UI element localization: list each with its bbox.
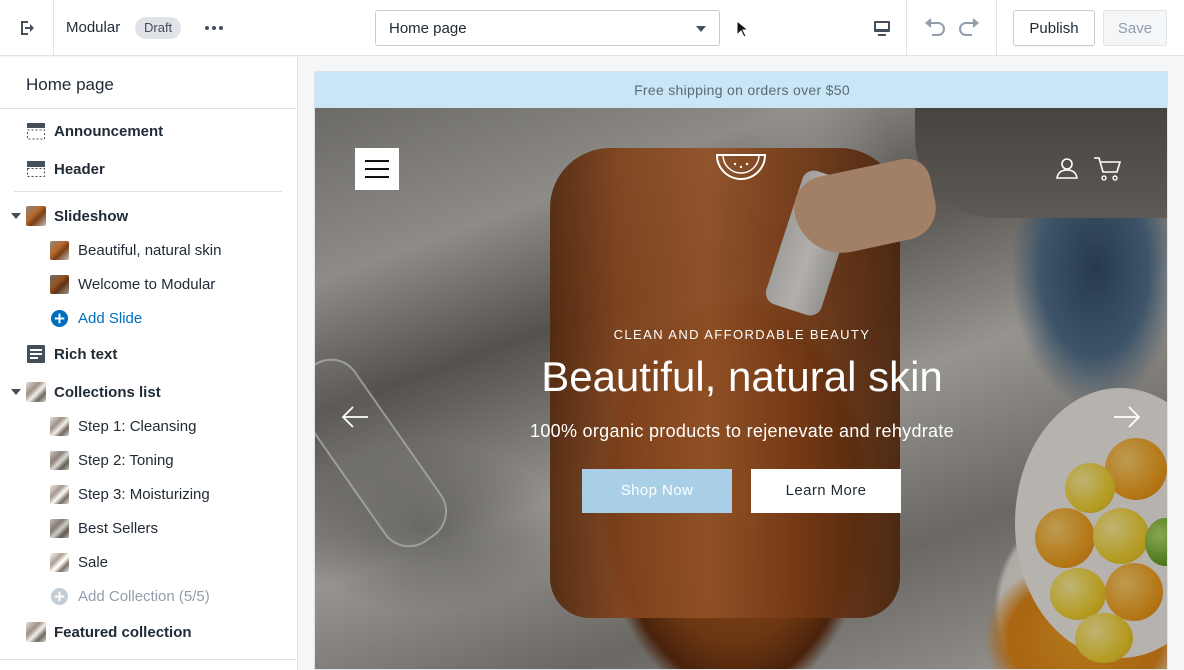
more-actions-button[interactable] bbox=[198, 14, 230, 42]
sidebar-title: Home page bbox=[26, 75, 114, 94]
sidebar-item-slide-1[interactable]: Beautiful, natural skin bbox=[0, 233, 298, 267]
topbar-divider bbox=[996, 0, 997, 56]
sidebar-divider bbox=[0, 659, 298, 660]
storefront-preview: Free shipping on orders over $50 CLEAN A… bbox=[314, 71, 1168, 670]
undo-icon bbox=[925, 18, 945, 36]
sidebar-item-collection-step-3[interactable]: Step 3: Moisturizing bbox=[0, 477, 298, 511]
hamburger-icon bbox=[365, 160, 389, 178]
sidebar-item-label: Step 1: Cleansing bbox=[78, 417, 197, 435]
add-collection-button[interactable]: Add Collection (5/5) bbox=[0, 579, 298, 613]
sidebar-item-label: Step 2: Toning bbox=[78, 451, 174, 469]
desktop-icon bbox=[874, 21, 890, 36]
sidebar-item-label: Beautiful, natural skin bbox=[78, 241, 222, 259]
caret-down-icon bbox=[696, 26, 706, 32]
collection-thumbnail bbox=[26, 622, 46, 642]
slide-heading: Beautiful, natural skin bbox=[541, 353, 943, 400]
sidebar-divider bbox=[14, 191, 282, 192]
desktop-preview-button[interactable] bbox=[858, 0, 907, 56]
slide-subheading: 100% organic products to rejenevate and … bbox=[530, 421, 954, 441]
announcement-bar-icon bbox=[27, 123, 45, 140]
add-circle-icon bbox=[50, 587, 69, 605]
redo-icon bbox=[959, 18, 979, 36]
collection-thumbnail bbox=[50, 450, 69, 470]
collection-thumbnail bbox=[50, 416, 69, 436]
collection-thumbnail bbox=[50, 518, 69, 538]
account-icon[interactable] bbox=[1055, 156, 1079, 180]
add-slide-button[interactable]: Add Slide bbox=[0, 301, 298, 335]
sidebar-item-collection-best-sellers[interactable]: Best Sellers bbox=[0, 511, 298, 545]
horizontal-dots-icon bbox=[205, 26, 223, 30]
mouse-cursor-icon bbox=[736, 20, 748, 38]
sidebar-item-label: Featured collection bbox=[54, 623, 192, 641]
page-selector[interactable]: Home page bbox=[375, 10, 720, 46]
redo-button[interactable] bbox=[954, 14, 986, 42]
caret-down-icon[interactable] bbox=[11, 213, 21, 219]
editor-topbar: Modular Draft Home page Publish Save bbox=[0, 0, 1184, 56]
menu-button[interactable] bbox=[355, 148, 399, 190]
sidebar-item-collections-list[interactable]: Collections list bbox=[0, 375, 298, 409]
add-collection-label: Add Collection (5/5) bbox=[78, 587, 210, 605]
exit-icon bbox=[20, 21, 34, 35]
text-block-icon bbox=[27, 345, 45, 363]
publish-button[interactable]: Publish bbox=[1013, 10, 1095, 46]
sidebar-item-label: Welcome to Modular bbox=[78, 275, 216, 293]
collections-thumbnail bbox=[26, 382, 46, 402]
sidebar-divider bbox=[0, 108, 298, 109]
page-selector-value: Home page bbox=[389, 20, 467, 37]
sidebar-item-announcement[interactable]: Announcement bbox=[0, 114, 298, 148]
slideshow-thumbnail bbox=[26, 206, 46, 226]
sidebar-item-label: Header bbox=[54, 160, 105, 178]
sidebar-item-collection-step-1[interactable]: Step 1: Cleansing bbox=[0, 409, 298, 443]
caret-down-icon[interactable] bbox=[11, 389, 21, 395]
sidebar-item-slideshow[interactable]: Slideshow bbox=[0, 199, 298, 233]
cart-icon[interactable] bbox=[1093, 156, 1121, 182]
sidebar-item-label: Slideshow bbox=[54, 207, 129, 225]
exit-button[interactable] bbox=[0, 0, 54, 56]
save-button[interactable]: Save bbox=[1103, 10, 1167, 46]
theme-name: Modular bbox=[66, 19, 121, 36]
sidebar-item-rich-text[interactable]: Rich text bbox=[0, 337, 298, 371]
sidebar-item-collection-step-2[interactable]: Step 2: Toning bbox=[0, 443, 298, 477]
watermelon-logo-icon[interactable] bbox=[715, 152, 767, 184]
sidebar-item-slide-2[interactable]: Welcome to Modular bbox=[0, 267, 298, 301]
slide-kicker: CLEAN AND AFFORDABLE BEAUTY bbox=[613, 327, 871, 342]
sidebar-item-label: Step 3: Moisturizing bbox=[78, 485, 210, 503]
sections-sidebar: Home page Announcement Header Slideshow … bbox=[0, 57, 298, 670]
add-slide-label: Add Slide bbox=[78, 309, 143, 327]
shop-now-button[interactable]: Shop Now bbox=[582, 469, 732, 513]
sidebar-item-header[interactable]: Header bbox=[0, 152, 298, 186]
slide-thumbnail bbox=[50, 274, 69, 294]
sidebar-item-collection-sale[interactable]: Sale bbox=[0, 545, 298, 579]
slide-thumbnail bbox=[50, 240, 69, 260]
sidebar-item-label: Announcement bbox=[54, 122, 164, 140]
collection-thumbnail bbox=[50, 552, 69, 572]
sidebar-item-label: Sale bbox=[78, 553, 109, 571]
add-circle-icon bbox=[50, 309, 69, 327]
status-badge: Draft bbox=[135, 17, 182, 39]
learn-more-button[interactable]: Learn More bbox=[751, 469, 901, 513]
sidebar-item-label: Collections list bbox=[54, 383, 161, 401]
header-layout-icon bbox=[27, 161, 45, 177]
undo-button[interactable] bbox=[918, 14, 950, 42]
slideshow-hero[interactable]: CLEAN AND AFFORDABLE BEAUTY Beautiful, n… bbox=[315, 108, 1167, 669]
sidebar-item-label: Best Sellers bbox=[78, 519, 159, 537]
collection-thumbnail bbox=[50, 484, 69, 504]
announcement-bar[interactable]: Free shipping on orders over $50 bbox=[315, 72, 1167, 108]
sidebar-item-label: Rich text bbox=[54, 345, 118, 363]
sidebar-item-featured-collection[interactable]: Featured collection bbox=[0, 615, 298, 649]
